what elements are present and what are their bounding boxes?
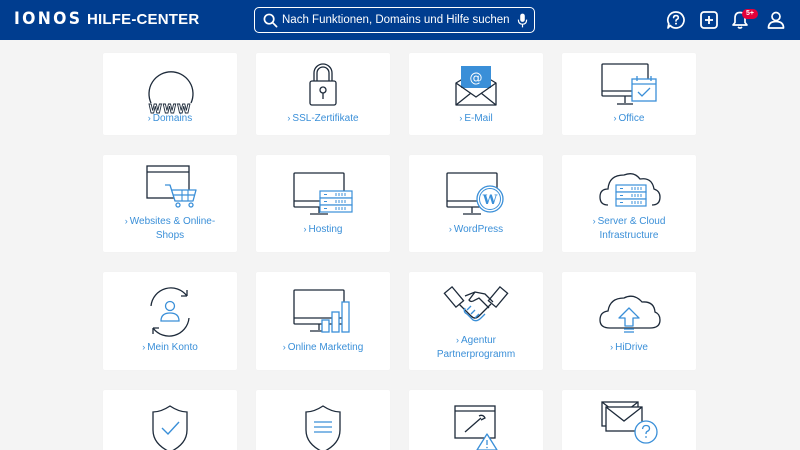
tile-label: Websites & Online-Shops — [129, 216, 216, 241]
monitor-wordpress-icon: W — [446, 172, 504, 215]
chevron-right-icon: › — [459, 113, 463, 123]
microphone-icon[interactable] — [517, 13, 528, 28]
chevron-right-icon: › — [613, 113, 617, 123]
tile-label: WordPress — [453, 224, 504, 235]
cloud-upload-icon — [599, 295, 661, 333]
chevron-right-icon: › — [147, 113, 151, 123]
tile-label: Online Marketing — [287, 342, 364, 353]
tile-troubleshooting[interactable] — [409, 390, 543, 450]
chevron-right-icon: › — [282, 342, 286, 352]
shield-check-icon — [152, 405, 188, 450]
tile-label: Hosting — [308, 224, 343, 235]
search-icon — [263, 13, 278, 28]
tile-label: Server & Cloud Infrastructure — [597, 216, 666, 241]
tile-websites-online-shops[interactable]: › Websites & Online-Shops — [103, 155, 237, 252]
tile-label: Mein Konto — [147, 342, 198, 353]
tile-privacy[interactable] — [256, 390, 390, 450]
tile-label: HiDrive — [615, 342, 648, 353]
tile-label: E-Mail — [464, 113, 493, 124]
tile-label: Agentur Partnerprogramm — [436, 335, 516, 360]
globe-www-icon: WWW — [148, 71, 194, 116]
search-input[interactable]: Nach Funktionen, Domains und Hilfe suche… — [254, 7, 535, 33]
user-account-icon[interactable] — [766, 10, 786, 30]
browser-cart-icon — [146, 165, 197, 208]
tile-label: Domains — [152, 113, 193, 124]
help-chat-icon[interactable] — [666, 10, 686, 30]
svg-text:W: W — [482, 193, 498, 208]
chevron-right-icon: › — [124, 216, 128, 226]
chevron-right-icon: › — [448, 224, 452, 234]
tile-hosting[interactable]: › Hosting — [256, 155, 390, 252]
chevron-right-icon: › — [610, 342, 614, 352]
monitor-chart-icon — [293, 289, 350, 333]
monitor-calendar-icon — [601, 63, 657, 105]
tile-hidrive[interactable]: › HiDrive — [562, 272, 696, 370]
tile-wordpress[interactable]: W › WordPress — [409, 155, 543, 252]
top-header: IONOS HILFE-CENTER Nach Funktionen, Doma… — [0, 0, 800, 40]
tile-server-cloud[interactable]: › Server & Cloud Infrastructure — [562, 155, 696, 252]
add-icon[interactable] — [699, 10, 719, 30]
chevron-right-icon: › — [142, 342, 146, 352]
tile-agency-partner[interactable]: › Agentur Partnerprogramm — [409, 272, 543, 370]
tile-support[interactable] — [562, 390, 696, 450]
tile-label: SSL-Zertifikate — [292, 113, 359, 124]
monitor-server-icon — [293, 172, 353, 215]
tile-my-account[interactable]: › Mein Konto — [103, 272, 237, 370]
chevron-right-icon: › — [287, 113, 291, 123]
tile-domains[interactable]: WWW › Domains — [103, 53, 237, 135]
window-warning-icon — [454, 405, 498, 450]
help-center-title[interactable]: HILFE-CENTER — [87, 11, 199, 28]
user-cycle-icon — [150, 287, 190, 337]
tile-security[interactable] — [103, 390, 237, 450]
shield-list-icon — [305, 405, 341, 450]
ionos-logo[interactable]: IONOS — [14, 9, 82, 29]
svg-text:@: @ — [470, 71, 483, 86]
notification-badge: 5+ — [742, 9, 758, 19]
handshake-icon — [443, 285, 509, 322]
padlock-icon — [309, 63, 337, 106]
chevron-right-icon: › — [455, 335, 459, 345]
tile-ssl-certificates[interactable]: › SSL-Zertifikate — [256, 53, 390, 135]
search-placeholder: Nach Funktionen, Domains und Hilfe suche… — [282, 14, 510, 26]
cloud-server-icon — [599, 173, 661, 207]
envelope-question-icon — [601, 401, 658, 444]
tile-label: Office — [618, 113, 645, 124]
chevron-right-icon: › — [592, 216, 596, 226]
tile-online-marketing[interactable]: › Online Marketing — [256, 272, 390, 370]
chevron-right-icon: › — [303, 224, 307, 234]
envelope-at-icon: @ — [455, 66, 497, 106]
tile-email[interactable]: @ › E-Mail — [409, 53, 543, 135]
tile-office[interactable]: › Office — [562, 53, 696, 135]
